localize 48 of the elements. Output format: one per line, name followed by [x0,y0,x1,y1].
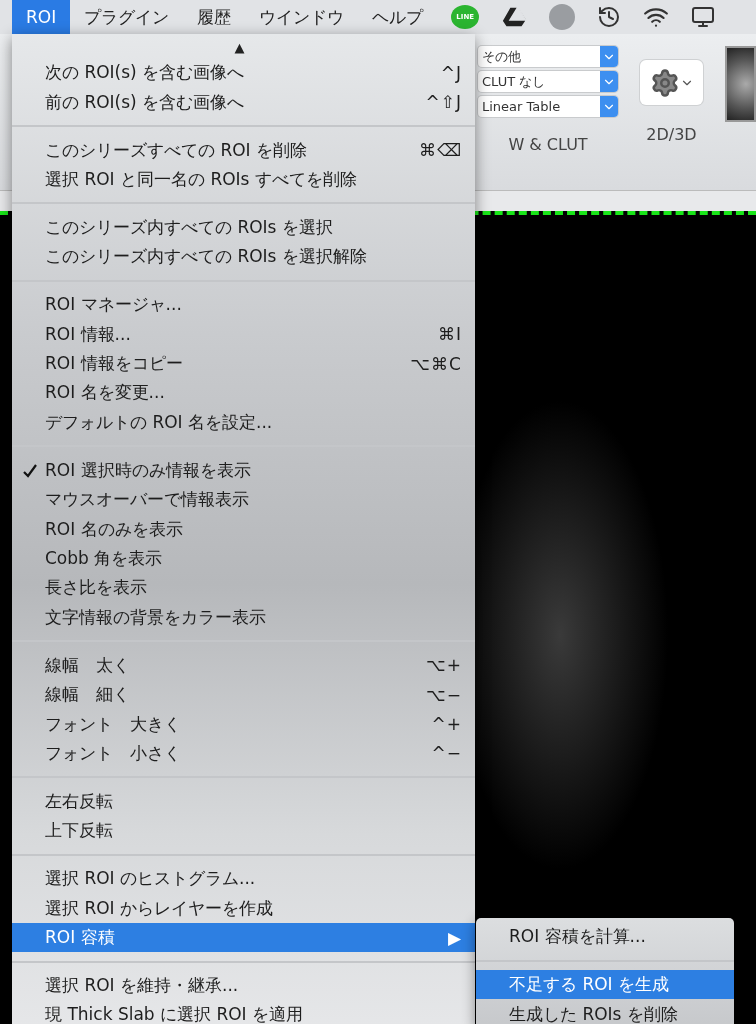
menu-item[interactable]: 選択 ROI を維持・継承... [12,970,475,1001]
menu-item[interactable]: 選択 ROI のヒストグラム... [12,864,475,894]
menu-item[interactable]: このシリーズ内すべての ROIs を選択解除 [12,242,475,272]
menu-item[interactable]: ROI 選択時のみ情報を表示 [12,455,475,486]
menu-item[interactable]: ROI 容積 ▶ [12,922,475,953]
triangle-drive-icon[interactable] [501,6,528,28]
menu-item[interactable]: フォント 小さく ^− [12,738,475,769]
settings-button[interactable] [640,60,703,105]
menu-item[interactable]: ROI 情報をコピー ⌥⌘C [12,348,475,379]
display-icon[interactable] [691,5,716,29]
menu-item[interactable]: 左右反転 [12,786,475,817]
section-label: W & CLUT [508,135,588,154]
menu-item[interactable]: 選択 ROI と同一名の ROIs すべてを削除 [12,164,475,195]
menu-item[interactable]: 生成した ROIs を削除 [476,999,734,1024]
menu-bar-item[interactable]: ROI [12,0,71,34]
section-label: 2D/3D [646,125,697,144]
menu-item[interactable]: 長さ比を表示 [12,573,475,603]
menu-item[interactable]: ROI 容積を計算... [476,922,734,952]
menu-bar-item[interactable]: 履歴 [183,0,246,34]
dropdown[interactable]: Linear Table [478,96,618,117]
settings-icon [649,67,680,98]
menu-item[interactable]: フォント 大きく ^+ [12,709,475,739]
scroll-up-arrow[interactable]: ▲ [4,38,475,58]
menu-item[interactable]: 文字情報の背景をカラー表示 [12,602,475,632]
menu-item[interactable]: マウスオーバーで情報表示 [12,485,475,515]
menu-item[interactable]: 選択 ROI からレイヤーを作成 [12,893,475,923]
clock-history-icon[interactable] [597,5,622,29]
menu-item[interactable]: Cobb 角を表示 [12,543,475,574]
menu-bar-item[interactable]: ウインドウ [245,0,359,34]
dropdown[interactable]: CLUT なし [478,71,618,92]
menu-item[interactable]: このシリーズ内すべての ROIs を選択 [12,212,475,243]
menu-item[interactable]: 次の ROI(s) を含む画像へ ^J [12,58,475,88]
menu-item[interactable]: 線幅 太く ⌥+ [12,650,475,680]
menu-bar-item[interactable]: ヘルプ [358,0,438,34]
menu-item[interactable]: ROI 情報... ⌘I [12,319,475,349]
menu-item[interactable]: 線幅 細く ⌥− [12,680,475,710]
menu-item[interactable]: ROI マネージャ... [12,290,475,320]
menu-bar-item[interactable]: プラグイン [70,0,184,34]
menu-item[interactable]: 前の ROI(s) を含む画像へ ^⇧J [12,87,475,117]
image-thumbnail[interactable] [725,46,756,122]
menu-item[interactable]: デフォルトの ROI 名を設定... [12,407,475,438]
menu-item[interactable]: 上下反転 [12,816,475,846]
dropdown[interactable]: その他 [478,46,618,67]
menu-item[interactable]: ROI 名を変更... [12,378,475,408]
menu-item[interactable]: 不足する ROI を生成 [476,970,734,1000]
menu-item[interactable]: ROI 名のみを表示 [12,514,475,544]
menu-item[interactable]: このシリーズすべての ROI を削除 ⌘⌫ [12,135,475,165]
menu-item[interactable]: 現 Thick Slab に選択 ROI を適用 [12,1000,475,1024]
